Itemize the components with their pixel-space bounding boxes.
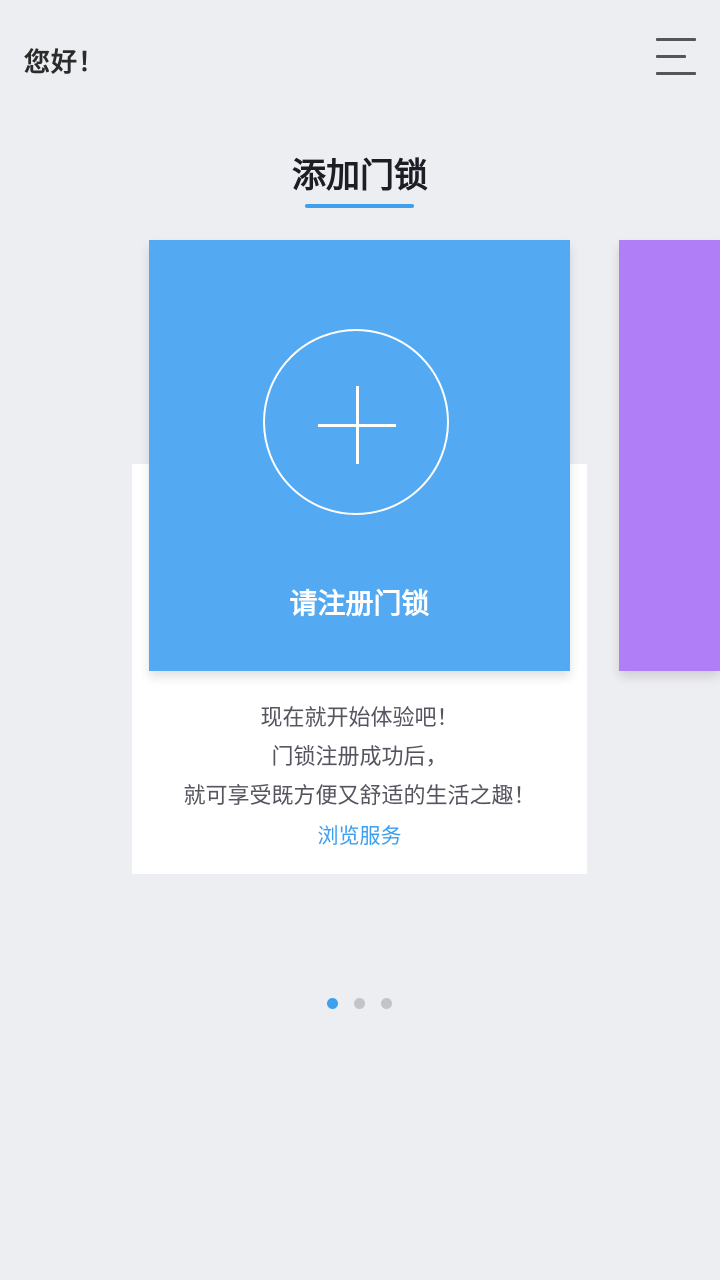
browse-services-link[interactable]: 浏览服务 [132,820,587,850]
plus-circle-icon [263,329,449,515]
register-lock-label: 请注册门锁 [289,587,430,620]
menu-line [656,55,686,58]
description-line: 现在就开始体验吧！ [260,706,459,731]
pagination-dot[interactable] [381,998,392,1009]
description-line: 门锁注册成功后， [271,745,448,770]
page-title: 添加门锁 [292,156,428,196]
next-carousel-card[interactable] [619,240,720,671]
hamburger-menu-icon[interactable] [654,38,698,76]
title-underline [305,204,414,208]
pagination-dot-active[interactable] [327,998,338,1009]
pagination-dot[interactable] [354,998,365,1009]
register-lock-card[interactable]: 请注册门锁 [149,240,570,671]
menu-line [656,72,696,75]
description-line: 就可享受既方便又舒适的生活之趣！ [183,784,536,809]
plus-vertical-stroke [356,386,359,464]
greeting-text: 您好！ [24,48,106,78]
menu-line [656,38,696,41]
